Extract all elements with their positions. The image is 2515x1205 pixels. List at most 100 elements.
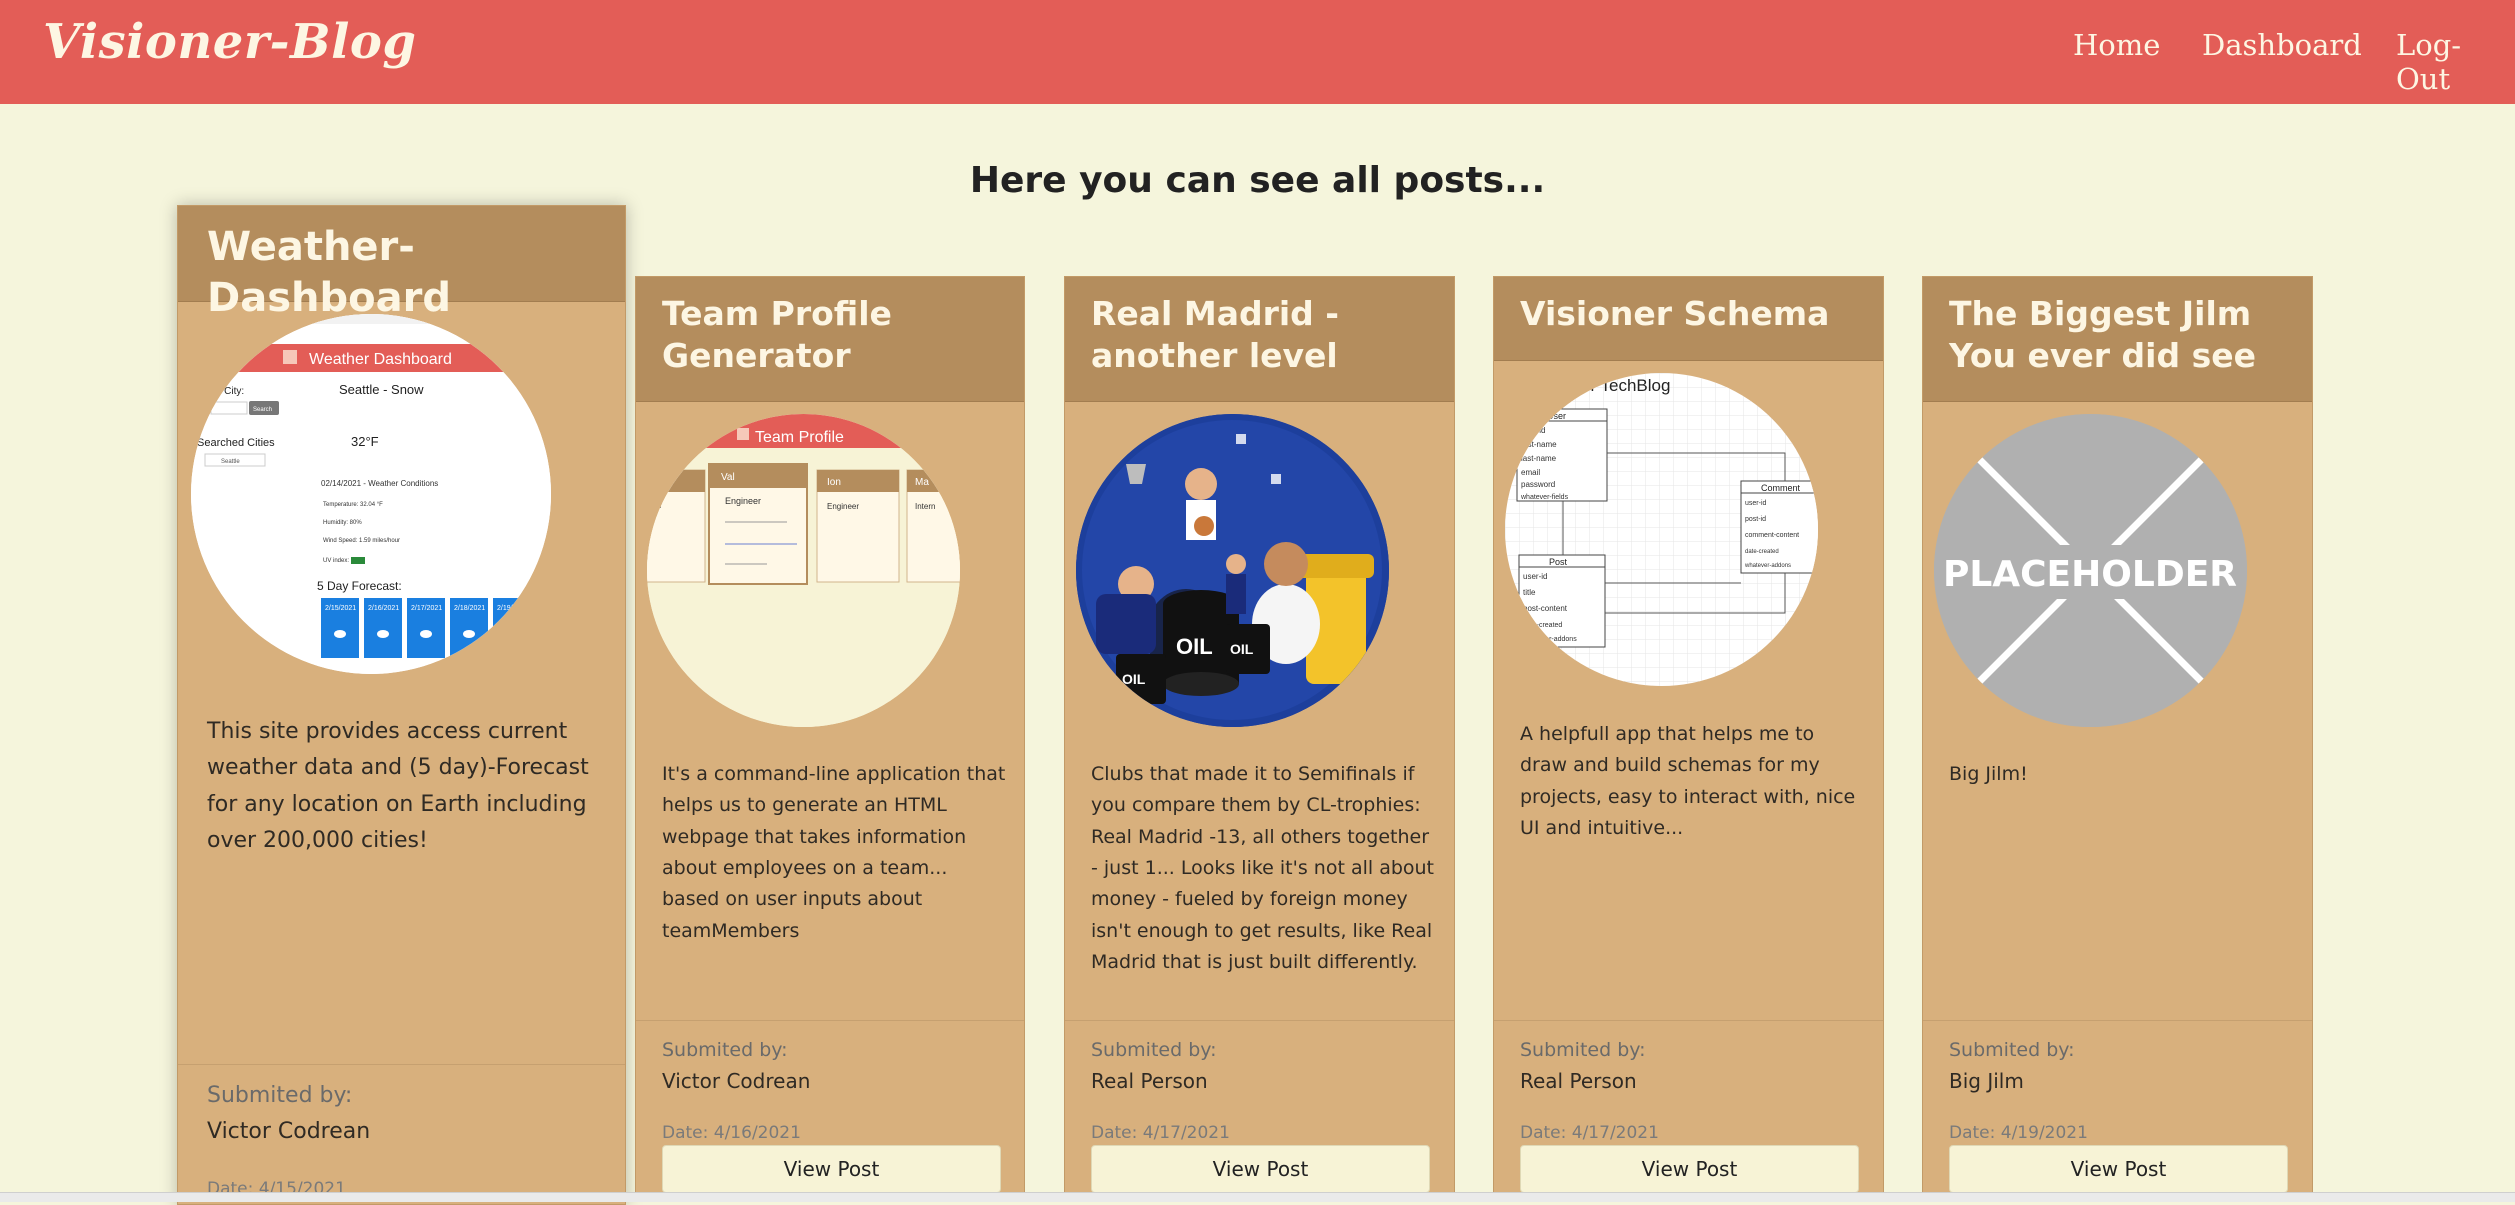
svg-text:Post: Post xyxy=(1549,557,1568,567)
post-description: It's a command-line application that hel… xyxy=(662,763,1006,942)
view-post-button[interactable]: View Post xyxy=(1949,1145,2288,1193)
svg-text:whatever-addons: whatever-addons xyxy=(1522,636,1577,643)
svg-text:Engineer: Engineer xyxy=(725,496,761,506)
view-post-button[interactable]: View Post xyxy=(1520,1145,1859,1193)
svg-text:title: title xyxy=(1523,588,1536,597)
team-profile-screenshot: Team Profile er Val Engineer Ion Enginee… xyxy=(647,414,960,727)
view-post-button[interactable]: View Post xyxy=(662,1145,1001,1193)
post-thumbnail: Team Profile er Val Engineer Ion Enginee… xyxy=(647,414,960,727)
post-card[interactable]: Real Madrid - another level OIL OIL OIL xyxy=(1064,276,1455,1201)
svg-text:2/16/2021: 2/16/2021 xyxy=(368,605,399,612)
card-footer: Submited by: Real Person Date: 4/17/2021… xyxy=(1494,1020,1883,1200)
card-footer: Submited by: Big Jilm Date: 4/19/2021 Vi… xyxy=(1923,1020,2312,1200)
svg-text:Ma: Ma xyxy=(915,477,929,488)
card-header: Team Profile Generator xyxy=(636,277,1024,402)
svg-text:whatever-fields: whatever-fields xyxy=(1520,494,1569,501)
svg-text:Searched Cities: Searched Cities xyxy=(197,437,275,449)
post-card[interactable]: Visioner Schema Visioner TechBlog User u… xyxy=(1493,276,1884,1201)
post-date: Date: 4/17/2021 xyxy=(1520,1123,1659,1143)
post-description: This site provides access current weathe… xyxy=(207,719,589,853)
navbar: Visioner-Blog Home Dashboard Log-Out xyxy=(0,0,2515,104)
post-thumbnail: PLACEHOLDER xyxy=(1934,414,2247,727)
post-author: Real Person xyxy=(1520,1069,1637,1093)
post-title: Real Madrid - another level xyxy=(1091,294,1339,376)
svg-text:UV index:: UV index: xyxy=(323,558,349,564)
football-cartoon-image: OIL OIL OIL xyxy=(1076,414,1389,727)
submitted-by-label: Submited by: xyxy=(662,1039,788,1061)
svg-text:Intern: Intern xyxy=(915,502,935,511)
submitted-by-label: Submited by: xyxy=(1091,1039,1217,1061)
svg-text:last-name: last-name xyxy=(1521,454,1557,463)
svg-text:Temperature: 32.04 °F: Temperature: 32.04 °F xyxy=(323,502,383,508)
svg-text:first-name: first-name xyxy=(1521,440,1557,449)
post-card[interactable]: Team Profile Generator Team Profile er V… xyxy=(635,276,1025,1201)
post-author: Real Person xyxy=(1091,1069,1208,1093)
thumb-app-title: Weather Dashboard xyxy=(309,351,452,368)
post-author: Victor Codrean xyxy=(207,1119,371,1144)
submitted-by-label: Submited by: xyxy=(1949,1039,2075,1061)
svg-text:post-content: post-content xyxy=(1523,604,1568,613)
post-title: Visioner Schema xyxy=(1520,294,1830,333)
card-header: Real Madrid - another level xyxy=(1065,277,1454,402)
post-card[interactable]: The Biggest Jilm You ever did see PLACEH… xyxy=(1922,276,2313,1201)
post-date: Date: 4/19/2021 xyxy=(1949,1123,2088,1143)
svg-text:Ion: Ion xyxy=(827,477,841,488)
post-author: Big Jilm xyxy=(1949,1069,2024,1093)
svg-text:Engineer: Engineer xyxy=(827,502,859,511)
svg-text:Comment: Comment xyxy=(1761,483,1801,493)
post-card[interactable]: Weather-Dashboard Weather Dashboard h fo… xyxy=(177,205,626,1205)
svg-text:2/15/2021: 2/15/2021 xyxy=(325,605,356,612)
svg-text:02/14/2021 - Weather Condition: 02/14/2021 - Weather Conditions xyxy=(321,479,438,488)
view-post-button[interactable]: View Post xyxy=(1091,1145,1430,1193)
svg-text:h for a City:: h for a City: xyxy=(193,386,244,397)
svg-text:whatever-addons: whatever-addons xyxy=(1744,563,1791,569)
nav-link-home[interactable]: Home xyxy=(2073,28,2160,62)
svg-text:OIL: OIL xyxy=(1122,671,1146,687)
svg-text:Humidity: 80%: Humidity: 80% xyxy=(323,520,362,526)
svg-text:user-id: user-id xyxy=(1745,500,1767,507)
card-header: Weather-Dashboard xyxy=(178,206,625,321)
post-thumbnail: OIL OIL OIL xyxy=(1076,414,1389,727)
svg-text:user-id: user-id xyxy=(1521,426,1545,435)
svg-text:Search: Search xyxy=(253,407,272,413)
svg-text:er: er xyxy=(655,501,662,510)
post-thumbnail: Weather Dashboard h for a City: Search S… xyxy=(191,314,551,674)
post-author: Victor Codrean xyxy=(662,1069,811,1093)
submitted-by-label: Submited by: xyxy=(207,1083,353,1108)
post-date: Date: 4/17/2021 xyxy=(1091,1123,1230,1143)
svg-text:password: password xyxy=(1521,480,1555,489)
post-description: A helpfull app that helps me to draw and… xyxy=(1520,723,1856,840)
svg-text:Val: Val xyxy=(721,472,735,483)
svg-text:Seattle - Snow: Seattle - Snow xyxy=(339,382,424,397)
svg-text:32°F: 32°F xyxy=(351,434,379,449)
svg-text:user-id: user-id xyxy=(1523,572,1547,581)
placeholder-text: PLACEHOLDER xyxy=(1943,554,2237,595)
svg-text:User: User xyxy=(1547,411,1566,421)
post-title: Weather-Dashboard xyxy=(207,224,451,322)
post-thumbnail: Visioner TechBlog User user-id first-nam… xyxy=(1505,373,1818,686)
svg-text:OIL: OIL xyxy=(1230,641,1254,657)
card-footer: Submited by: Victor Codrean Date: 4/15/2… xyxy=(178,1064,625,1204)
nav-link-dashboard[interactable]: Dashboard xyxy=(2202,28,2362,62)
svg-text:2/19/2021: 2/19/2021 xyxy=(497,605,528,612)
card-footer: Submited by: Victor Codrean Date: 4/16/2… xyxy=(636,1020,1024,1200)
svg-text:post-id: post-id xyxy=(1745,516,1766,523)
svg-text:Team Profile: Team Profile xyxy=(755,429,844,446)
svg-text:Seattle: Seattle xyxy=(221,459,240,465)
post-description: Big Jilm! xyxy=(1949,763,2028,785)
submitted-by-label: Submited by: xyxy=(1520,1039,1646,1061)
svg-text:2/17/2021: 2/17/2021 xyxy=(411,605,442,612)
svg-text:comment-content: comment-content xyxy=(1745,532,1799,539)
schema-diagram-screenshot: Visioner TechBlog User user-id first-nam… xyxy=(1505,373,1818,686)
card-footer: Submited by: Real Person Date: 4/17/2021… xyxy=(1065,1020,1454,1200)
page-heading: Here you can see all posts... xyxy=(969,160,1546,201)
weather-dashboard-screenshot: Weather Dashboard h for a City: Search S… xyxy=(191,314,551,674)
svg-text:2/18/2021: 2/18/2021 xyxy=(454,605,485,612)
site-brand[interactable]: Visioner-Blog xyxy=(43,14,416,70)
svg-text:date-created: date-created xyxy=(1523,622,1562,629)
nav-link-logout[interactable]: Log-Out xyxy=(2396,28,2515,96)
post-title: Team Profile Generator xyxy=(662,294,892,376)
placeholder-image: PLACEHOLDER xyxy=(1934,414,2247,727)
post-title: The Biggest Jilm You ever did see xyxy=(1949,294,2257,376)
svg-text:date-created: date-created xyxy=(1745,549,1779,555)
